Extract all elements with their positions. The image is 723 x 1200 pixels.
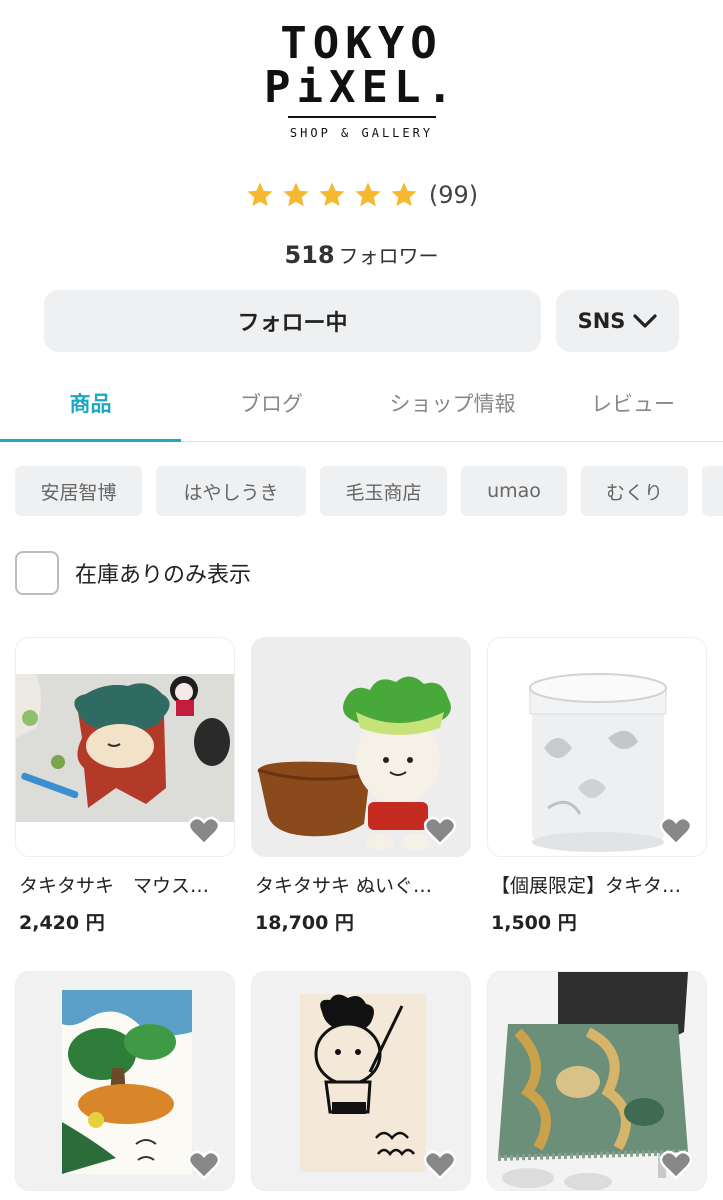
star-icon bbox=[391, 182, 417, 207]
logo-divider bbox=[287, 116, 436, 118]
chip-item[interactable]: umao bbox=[461, 466, 567, 516]
chip-item[interactable]: 毛玉商店 bbox=[320, 466, 447, 516]
chip-item[interactable]: はやしうき bbox=[156, 466, 306, 516]
chip-item[interactable]: むくり bbox=[581, 466, 688, 516]
heart-icon[interactable] bbox=[188, 816, 220, 846]
product-image[interactable] bbox=[251, 637, 471, 857]
heart-icon[interactable] bbox=[660, 1150, 692, 1180]
product-image[interactable] bbox=[15, 637, 235, 857]
product-card[interactable]: タキタサキ ぬいぐ… 18,700 円 bbox=[251, 637, 471, 935]
star-icon bbox=[355, 182, 381, 207]
tab-shop-info[interactable]: ショップ情報 bbox=[362, 388, 543, 418]
heart-icon[interactable] bbox=[424, 1150, 456, 1180]
tab-reviews[interactable]: レビュー bbox=[543, 388, 723, 418]
in-stock-checkbox[interactable] bbox=[15, 551, 59, 595]
shop-logo: TOKYO PiXEL. SHOP & GALLERY bbox=[0, 18, 723, 141]
product-name[interactable]: タキタサキ ぬいぐ… bbox=[251, 871, 471, 898]
category-chips: 安居智博 はやしうき 毛玉商店 umao むくり bbox=[15, 466, 723, 516]
tab-products[interactable]: 商品 bbox=[0, 388, 181, 418]
product-price: 2,420 円 bbox=[19, 912, 105, 934]
sns-button[interactable]: SNS bbox=[556, 290, 679, 352]
rating-count: (99) bbox=[428, 181, 479, 209]
product-card[interactable] bbox=[487, 971, 707, 1191]
product-price: 18,700 円 bbox=[255, 912, 354, 934]
in-stock-filter[interactable]: 在庫ありのみ表示 bbox=[15, 551, 251, 595]
product-image[interactable] bbox=[15, 971, 235, 1191]
product-image[interactable] bbox=[487, 971, 707, 1191]
logo-line2: PiXEL. bbox=[264, 62, 459, 113]
product-name[interactable]: 【個展限定】タキタ… bbox=[487, 871, 707, 898]
heart-icon[interactable] bbox=[188, 1150, 220, 1180]
logo-subtitle: SHOP & GALLERY bbox=[289, 126, 434, 140]
product-image[interactable] bbox=[487, 637, 707, 857]
logo-line1: TOKYO bbox=[280, 18, 443, 69]
product-card[interactable]: タキタサキ マウス… 2,420 円 bbox=[15, 637, 235, 935]
star-icon bbox=[247, 182, 273, 207]
chevron-down-icon bbox=[633, 314, 658, 328]
product-card[interactable]: 【個展限定】タキタ… 1,500 円 bbox=[487, 637, 707, 935]
shop-rating[interactable]: (99) bbox=[0, 180, 723, 210]
follow-button[interactable]: フォロー中 bbox=[44, 290, 541, 352]
heart-icon[interactable] bbox=[424, 816, 456, 846]
tab-blog[interactable]: ブログ bbox=[181, 388, 362, 418]
product-card[interactable] bbox=[251, 971, 471, 1191]
sns-label: SNS bbox=[577, 309, 626, 333]
in-stock-label: 在庫ありのみ表示 bbox=[75, 563, 252, 588]
product-price: 1,500 円 bbox=[491, 912, 577, 934]
chip-item[interactable]: 安居智博 bbox=[15, 466, 142, 516]
followers-label: フォロワー bbox=[338, 244, 439, 268]
shop-tabs: 商品 ブログ ショップ情報 レビュー bbox=[0, 370, 723, 442]
product-name[interactable]: タキタサキ マウス… bbox=[15, 871, 235, 898]
followers-count: 518 フォロワー bbox=[0, 240, 723, 269]
star-icon bbox=[319, 182, 345, 207]
followers-number: 518 bbox=[284, 241, 335, 269]
chip-item-partial[interactable] bbox=[702, 466, 723, 516]
star-icon bbox=[283, 182, 309, 207]
product-card[interactable] bbox=[15, 971, 235, 1191]
heart-icon[interactable] bbox=[660, 816, 692, 846]
product-image[interactable] bbox=[251, 971, 471, 1191]
active-tab-indicator bbox=[0, 439, 181, 442]
